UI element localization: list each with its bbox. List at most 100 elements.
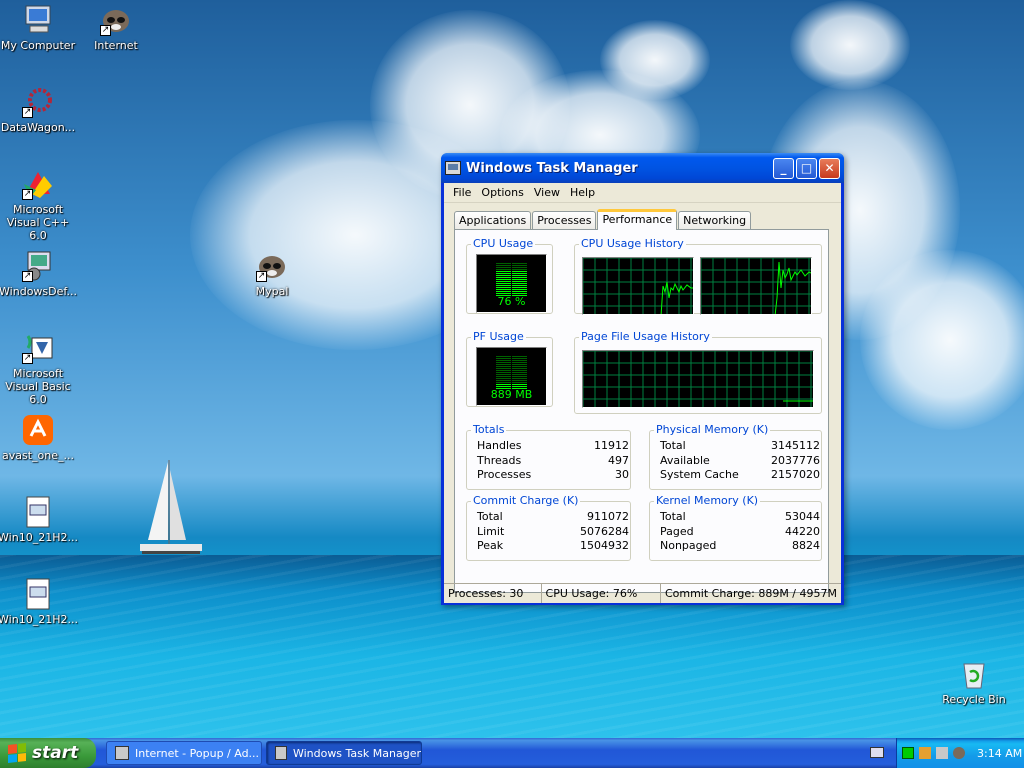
close-button[interactable]: ✕: [819, 157, 840, 179]
cloud: [860, 250, 1024, 430]
physical-memory-row: System Cache 2157020: [660, 468, 820, 481]
performance-panel: CPU Usage 76 % CPU Usage History PF Usag…: [454, 229, 829, 593]
menu-file[interactable]: File: [448, 186, 476, 199]
pf-usage-meter: 889 MB: [476, 347, 547, 406]
desktop-icon-windowsdefender[interactable]: ↗ WindowsDef...: [0, 250, 78, 298]
meter-bar-segment: [512, 386, 527, 387]
task-manager-icon: [275, 746, 287, 760]
meter-bar-segment: [496, 279, 511, 280]
clock[interactable]: 3:14 AM: [977, 747, 1022, 760]
tab-applications[interactable]: Applications: [454, 211, 532, 229]
start-label: start: [32, 743, 79, 763]
meter-bar-segment: [512, 291, 527, 292]
meter-bar-segment: [512, 370, 527, 371]
title-bar[interactable]: Windows Task Manager _ □ ✕: [441, 153, 844, 183]
raccoon-icon: [115, 746, 129, 760]
pf-usage-value: 889 MB: [490, 388, 533, 401]
taskbar-item-internet-popup[interactable]: Internet - Popup / Ad...: [106, 741, 262, 765]
desktop-icon-win10-2[interactable]: Win10_21H2...: [0, 578, 78, 626]
desktop-icon-my-computer[interactable]: My Computer: [0, 4, 78, 52]
meter-bar-segment: [512, 279, 527, 280]
meter-bar-segment: [496, 291, 511, 292]
meter-bar-segment: [496, 372, 511, 373]
desktop-icon-visual-basic[interactable]: ↗ Microsoft Visual Basic 6.0: [0, 332, 78, 406]
cloud: [790, 0, 910, 90]
meter-bar-segment: [496, 368, 511, 369]
network-icon[interactable]: [936, 747, 948, 759]
totals-group: Totals Handles 11912 Threads 497 Processes…: [466, 423, 631, 490]
commit-charge-row: Peak 1504932: [477, 539, 629, 552]
desktop-icon-win10-1[interactable]: Win10_21H2...: [0, 496, 78, 544]
desktop-icon-datawagon[interactable]: ↗ DataWagon...: [0, 86, 78, 134]
commit-charge-table: Total 911072 Limit 5076284 Peak 1504932: [477, 510, 629, 554]
raccoon-tray-icon[interactable]: [953, 747, 965, 759]
cpu-history-title: CPU Usage History: [579, 237, 686, 250]
windows-logo-icon: [8, 743, 26, 763]
pf-history-group: Page File Usage History: [574, 330, 822, 414]
taskbar-item-task-manager[interactable]: Windows Task Manager: [266, 741, 422, 765]
meter-bar-segment: [512, 285, 527, 286]
maximize-button[interactable]: □: [796, 157, 817, 179]
system-tray: 3:14 AM: [896, 738, 1024, 768]
meter-bar-segment: [496, 370, 511, 371]
icon-label: DataWagon...: [0, 121, 76, 134]
raccoon-icon: ↗: [100, 4, 132, 36]
meter-bar-segment: [512, 283, 527, 284]
menu-options[interactable]: Options: [476, 186, 528, 199]
icon-label: Win10_21H2...: [0, 531, 78, 544]
cpu-usage-title: CPU Usage: [471, 237, 536, 250]
icon-label: WindowsDef...: [0, 285, 77, 298]
pf-usage-title: PF Usage: [471, 330, 526, 343]
tab-performance[interactable]: Performance: [597, 209, 678, 230]
meter-bar-segment: [496, 293, 511, 294]
kernel-memory-title: Kernel Memory (K): [654, 494, 761, 507]
status-processes: Processes: 30: [444, 584, 542, 603]
meter-bar-segment: [512, 269, 527, 270]
meter-bar-segment: [512, 358, 527, 359]
meter-bar-segment: [496, 358, 511, 359]
physical-memory-table: Total 3145112 Available 2037776 System Cac…: [660, 439, 820, 483]
meter-bar-segment: [496, 366, 511, 367]
meter-bar-segment: [512, 382, 527, 383]
keyboard-icon[interactable]: [870, 747, 884, 758]
visual-basic-icon: ↗: [22, 332, 54, 364]
desktop-icon-recycle-bin[interactable]: Recycle Bin: [934, 658, 1014, 706]
menu-help[interactable]: Help: [565, 186, 600, 199]
meter-bar-segment: [512, 366, 527, 367]
tab-processes[interactable]: Processes: [532, 211, 597, 229]
meter-bar-segment: [496, 283, 511, 284]
task-manager-tray-icon[interactable]: [902, 747, 914, 759]
minimize-button[interactable]: _: [773, 157, 794, 179]
cloud: [600, 20, 710, 100]
meter-bar-segment: [496, 287, 511, 288]
meter-bar-segment: [512, 356, 527, 357]
start-button[interactable]: start: [0, 738, 96, 768]
meter-bar-segment: [496, 382, 511, 383]
meter-bar-segment: [512, 273, 527, 274]
meter-bar-segment: [496, 380, 511, 381]
meter-bar-segment: [512, 364, 527, 365]
totals-row: Threads 497: [477, 453, 629, 467]
meter-bar-segment: [496, 263, 511, 264]
icon-label: Internet: [94, 39, 138, 52]
kernel-memory-row: Nonpaged 8824: [660, 539, 820, 552]
cpu-usage-meter: 76 %: [476, 254, 547, 313]
window-title: Windows Task Manager: [466, 160, 638, 176]
kernel-memory-row: Paged 44220: [660, 524, 820, 538]
menu-view[interactable]: View: [529, 186, 565, 199]
physical-memory-row: Total 3145112: [660, 439, 820, 452]
meter-bar-segment: [496, 285, 511, 286]
meter-bar-segment: [496, 277, 511, 278]
desktop-icon-visual-cpp[interactable]: ↗ Microsoft Visual C++ 6.0: [0, 168, 78, 242]
tab-networking[interactable]: Networking: [678, 211, 752, 229]
desktop-icon-internet[interactable]: ↗ Internet: [76, 4, 156, 52]
desktop-icon-mypal[interactable]: ↗ Mypal: [232, 250, 312, 298]
security-icon[interactable]: [919, 747, 931, 759]
totals-row: Processes 30: [477, 468, 629, 481]
icon-label: Microsoft Visual Basic 6.0: [5, 367, 71, 406]
meter-bar-segment: [496, 384, 511, 385]
desktop-icon-avast[interactable]: avast_one_...: [0, 414, 78, 462]
window-client: File Options View Help Applications Proc…: [444, 183, 841, 603]
icon-label: avast_one_...: [2, 449, 74, 462]
meter-bar-segment: [512, 271, 527, 272]
